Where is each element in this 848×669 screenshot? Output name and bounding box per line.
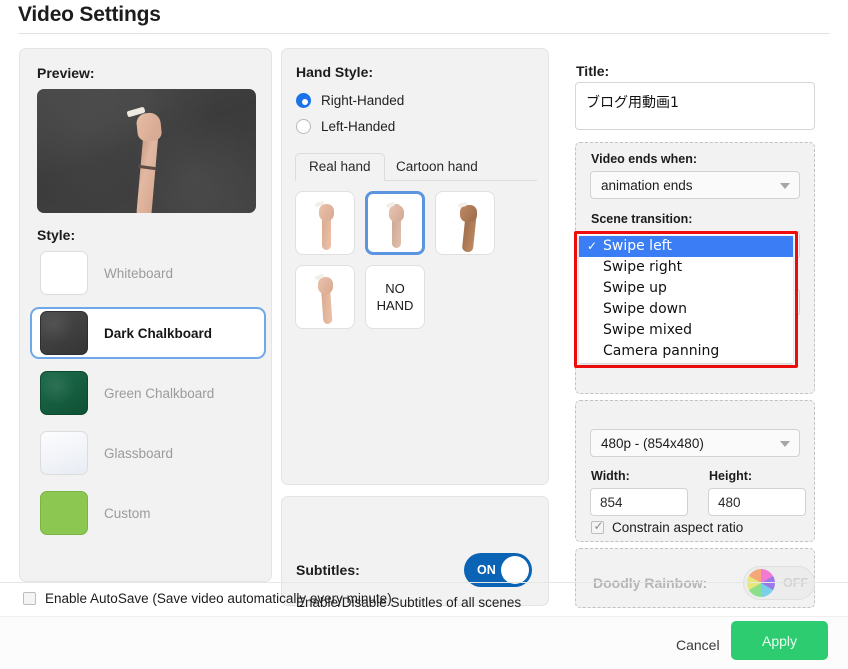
style-option-green-chalkboard[interactable]: Green Chalkboard — [30, 367, 266, 419]
autosave-row[interactable]: Enable AutoSave (Save video automaticall… — [23, 591, 392, 606]
hand-fist-shape — [318, 277, 333, 294]
hand-tabs: Real hand Cartoon hand — [295, 153, 537, 181]
hand-fist-shape — [319, 204, 334, 221]
style-list: Whiteboard Dark Chalkboard Green Chalkbo… — [30, 247, 266, 547]
dropdown-option-camera-panning[interactable]: Camera panning — [579, 341, 793, 362]
radio-left-handed[interactable]: Left-Handed — [296, 119, 395, 134]
preview-fist — [135, 111, 163, 143]
hand-thumbnail-grid: NO HAND — [295, 191, 541, 339]
style-option-label: Green Chalkboard — [104, 385, 215, 401]
video-ends-label: Video ends when: — [591, 152, 698, 166]
style-option-glassboard[interactable]: Glassboard — [30, 427, 266, 479]
style-option-dark-chalkboard[interactable]: Dark Chalkboard — [30, 307, 266, 359]
checkbox-icon-checked — [591, 519, 604, 534]
doodly-rainbow-toggle[interactable]: OFF — [743, 566, 815, 600]
hand-fist-shape — [460, 205, 477, 222]
cancel-button[interactable]: Cancel — [668, 632, 728, 658]
preview-style-column: Preview: Style: Whiteboard Dark Chalkboa… — [19, 48, 272, 582]
hand-thumbnail-1[interactable] — [295, 191, 355, 255]
constrain-aspect-ratio-label: Constrain aspect ratio — [612, 520, 744, 535]
style-option-label: Dark Chalkboard — [104, 325, 213, 341]
no-hand-line-2: HAND — [376, 298, 414, 313]
video-ends-value: animation ends — [601, 177, 693, 193]
scene-transition-dropdown-list[interactable]: Swipe left Swipe right Swipe up Swipe do… — [579, 236, 793, 363]
style-label: Style: — [37, 227, 76, 243]
style-option-label: Glassboard — [104, 445, 174, 461]
style-swatch — [40, 491, 88, 535]
hand-style-label: Hand Style: — [296, 64, 374, 80]
dropdown-option-swipe-right[interactable]: Swipe right — [579, 257, 793, 278]
hand-thumbnail-4[interactable] — [295, 265, 355, 329]
title-label: Title: — [576, 63, 610, 79]
subtitles-panel: Subtitles: ON Enable/Disable Subtitles o… — [281, 496, 549, 610]
style-swatch — [40, 371, 88, 415]
style-option-custom[interactable]: Custom — [30, 487, 266, 539]
apply-button[interactable]: Apply — [731, 621, 828, 660]
preview-label: Preview: — [37, 65, 95, 81]
height-label: Height: — [709, 469, 753, 483]
toggle-knob — [501, 556, 529, 584]
style-option-whiteboard[interactable]: Whiteboard — [30, 247, 266, 299]
dropdown-option-swipe-mixed[interactable]: Swipe mixed — [579, 320, 793, 341]
style-swatch — [40, 431, 88, 475]
hand-subtitles-column: Hand Style: Right-Handed Left-Handed Rea… — [281, 48, 549, 610]
hand-style-panel: Hand Style: Right-Handed Left-Handed Rea… — [281, 48, 549, 485]
scene-transition-label: Scene transition: — [591, 212, 693, 226]
hand-fist-shape — [389, 205, 404, 222]
scene-transition-dropdown-highlight: Swipe left Swipe right Swipe up Swipe do… — [574, 231, 798, 368]
dropdown-option-swipe-up[interactable]: Swipe up — [579, 278, 793, 299]
video-ends-select[interactable]: animation ends — [590, 171, 800, 199]
style-swatch — [40, 251, 88, 295]
radio-right-handed[interactable]: Right-Handed — [296, 93, 404, 108]
doodly-rainbow-state: OFF — [783, 576, 808, 590]
style-option-label: Custom — [104, 505, 151, 521]
page-title: Video Settings — [18, 3, 161, 26]
preview-forearm — [136, 130, 159, 213]
width-input[interactable] — [590, 488, 688, 516]
hand-thumbnail-row — [295, 191, 541, 255]
tab-cartoon-hand[interactable]: Cartoon hand — [383, 153, 491, 181]
radio-icon-selected — [296, 93, 311, 108]
subtitles-label: Subtitles: — [296, 562, 360, 578]
radio-label: Right-Handed — [321, 93, 405, 108]
autosave-label: Enable AutoSave (Save video automaticall… — [45, 591, 392, 606]
preview-panel: Preview: Style: Whiteboard Dark Chalkboa… — [19, 48, 272, 582]
hand-thumbnail-2-selected[interactable] — [365, 191, 425, 255]
radio-label: Left-Handed — [321, 119, 396, 134]
footer-divider — [0, 582, 848, 583]
subtitles-toggle-state: ON — [477, 563, 496, 577]
resolution-value: 480p - (854x480) — [601, 435, 704, 451]
no-hand-label: NO HAND — [377, 280, 414, 314]
style-swatch — [40, 311, 88, 355]
video-settings-dialog: Video Settings Preview: Style: Whiteboar… — [0, 0, 848, 669]
hand-thumbnail-3[interactable] — [435, 191, 495, 255]
height-input[interactable] — [708, 488, 806, 516]
radio-icon-empty — [296, 119, 311, 134]
checkbox-icon-unchecked — [23, 592, 36, 605]
chevron-down-icon — [780, 183, 790, 189]
dropdown-option-swipe-left[interactable]: Swipe left — [579, 236, 793, 257]
doodly-rainbow-label: Doodly Rainbow: — [593, 575, 708, 591]
hand-thumbnail-row: NO HAND — [295, 265, 541, 329]
chevron-down-icon — [780, 441, 790, 447]
constrain-aspect-ratio-row[interactable]: Constrain aspect ratio — [591, 519, 744, 535]
tab-real-hand[interactable]: Real hand — [295, 153, 385, 181]
hand-thumbnail-no-hand[interactable]: NO HAND — [365, 265, 425, 329]
title-input[interactable] — [575, 82, 815, 130]
header-divider — [18, 33, 830, 34]
resolution-select[interactable]: 480p - (854x480) — [590, 429, 800, 457]
width-label: Width: — [591, 469, 630, 483]
style-option-label: Whiteboard — [104, 265, 174, 281]
dropdown-option-swipe-down[interactable]: Swipe down — [579, 299, 793, 320]
no-hand-line-1: NO — [385, 281, 405, 296]
color-wheel-icon — [747, 569, 775, 597]
preview-image — [37, 89, 256, 213]
